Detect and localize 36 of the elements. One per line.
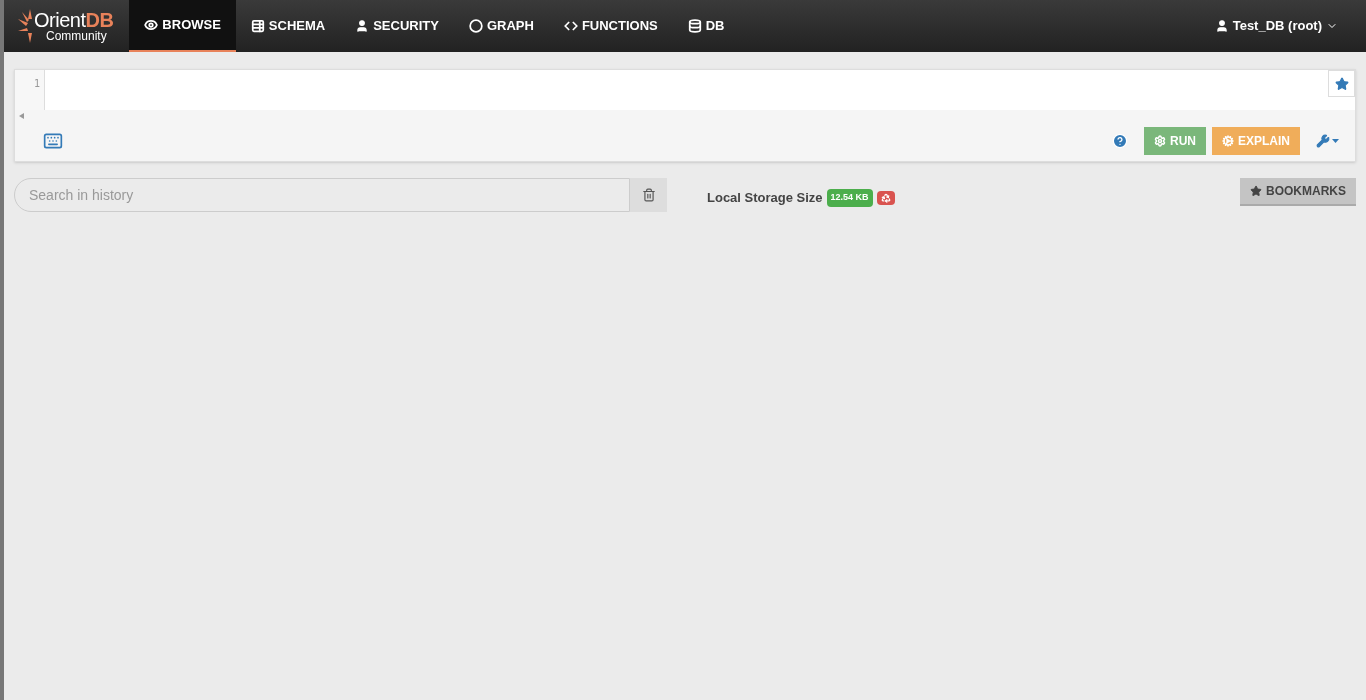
- eye-icon: [144, 18, 159, 32]
- nav-tab[interactable]: GRAPH: [453, 0, 549, 52]
- gears-icon: [1222, 135, 1234, 147]
- line-number: 1: [33, 77, 40, 91]
- circle-icon: [468, 19, 483, 33]
- storage-size-badge: 12.54 KB: [826, 189, 873, 207]
- nav-tab[interactable]: BROWSE: [129, 0, 236, 52]
- user-icon: [355, 19, 370, 33]
- clear-storage-button[interactable]: [876, 190, 895, 205]
- wrench-icon: [1316, 134, 1330, 148]
- help-icon[interactable]: [1112, 133, 1128, 149]
- bookmark-star-button[interactable]: [1328, 70, 1355, 97]
- nav-tab[interactable]: FUNCTIONS: [548, 0, 673, 52]
- star-icon: [1334, 76, 1349, 91]
- brand-name: OrientDB: [34, 10, 114, 30]
- history-search-field[interactable]: Search in history: [14, 178, 630, 212]
- storage-size-label: Local Storage Size: [707, 189, 823, 207]
- recycle-icon: [880, 192, 891, 203]
- star-icon: [1250, 185, 1262, 197]
- database-icon: [687, 19, 702, 33]
- bookmarks-button[interactable]: BOOKMARKS: [1240, 178, 1356, 206]
- keyboard-icon[interactable]: [43, 131, 63, 151]
- user-menu[interactable]: Test_DB (root): [1214, 0, 1366, 52]
- list-icon: [250, 19, 265, 33]
- brand-subtitle: Community: [46, 30, 108, 42]
- nav-tab[interactable]: DB: [672, 0, 740, 52]
- tools-dropdown-button[interactable]: [1316, 134, 1339, 148]
- trash-icon: [641, 188, 656, 202]
- nav-tab[interactable]: SCHEMA: [235, 0, 341, 52]
- scroll-left-arrow-icon[interactable]: [19, 112, 24, 119]
- caret-icon: [1332, 139, 1339, 143]
- clear-history-button[interactable]: [630, 178, 667, 212]
- gear-icon: [1154, 135, 1166, 147]
- nav-tab[interactable]: SECURITY: [340, 0, 454, 52]
- code-icon: [563, 19, 578, 33]
- user-icon: [1214, 19, 1229, 33]
